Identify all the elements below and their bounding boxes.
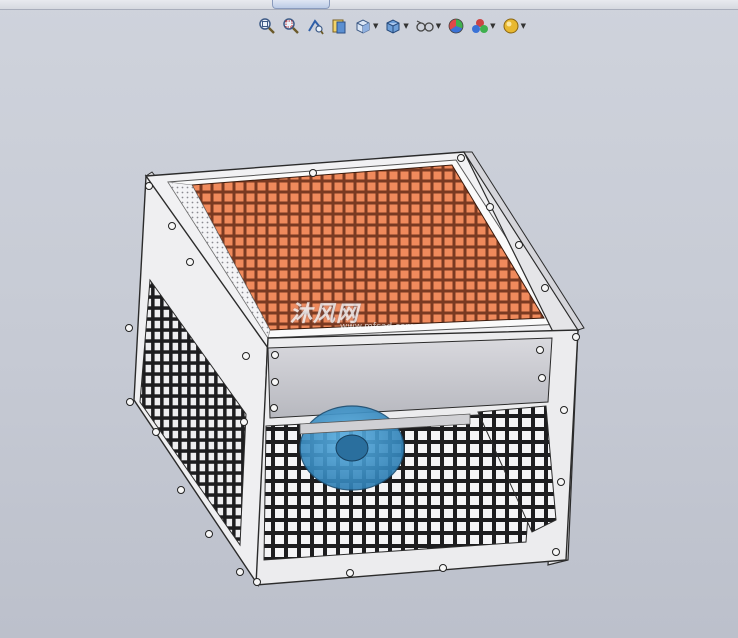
watermark-url: www.mfcad.com [340, 322, 415, 332]
graphics-area[interactable] [0, 0, 738, 638]
